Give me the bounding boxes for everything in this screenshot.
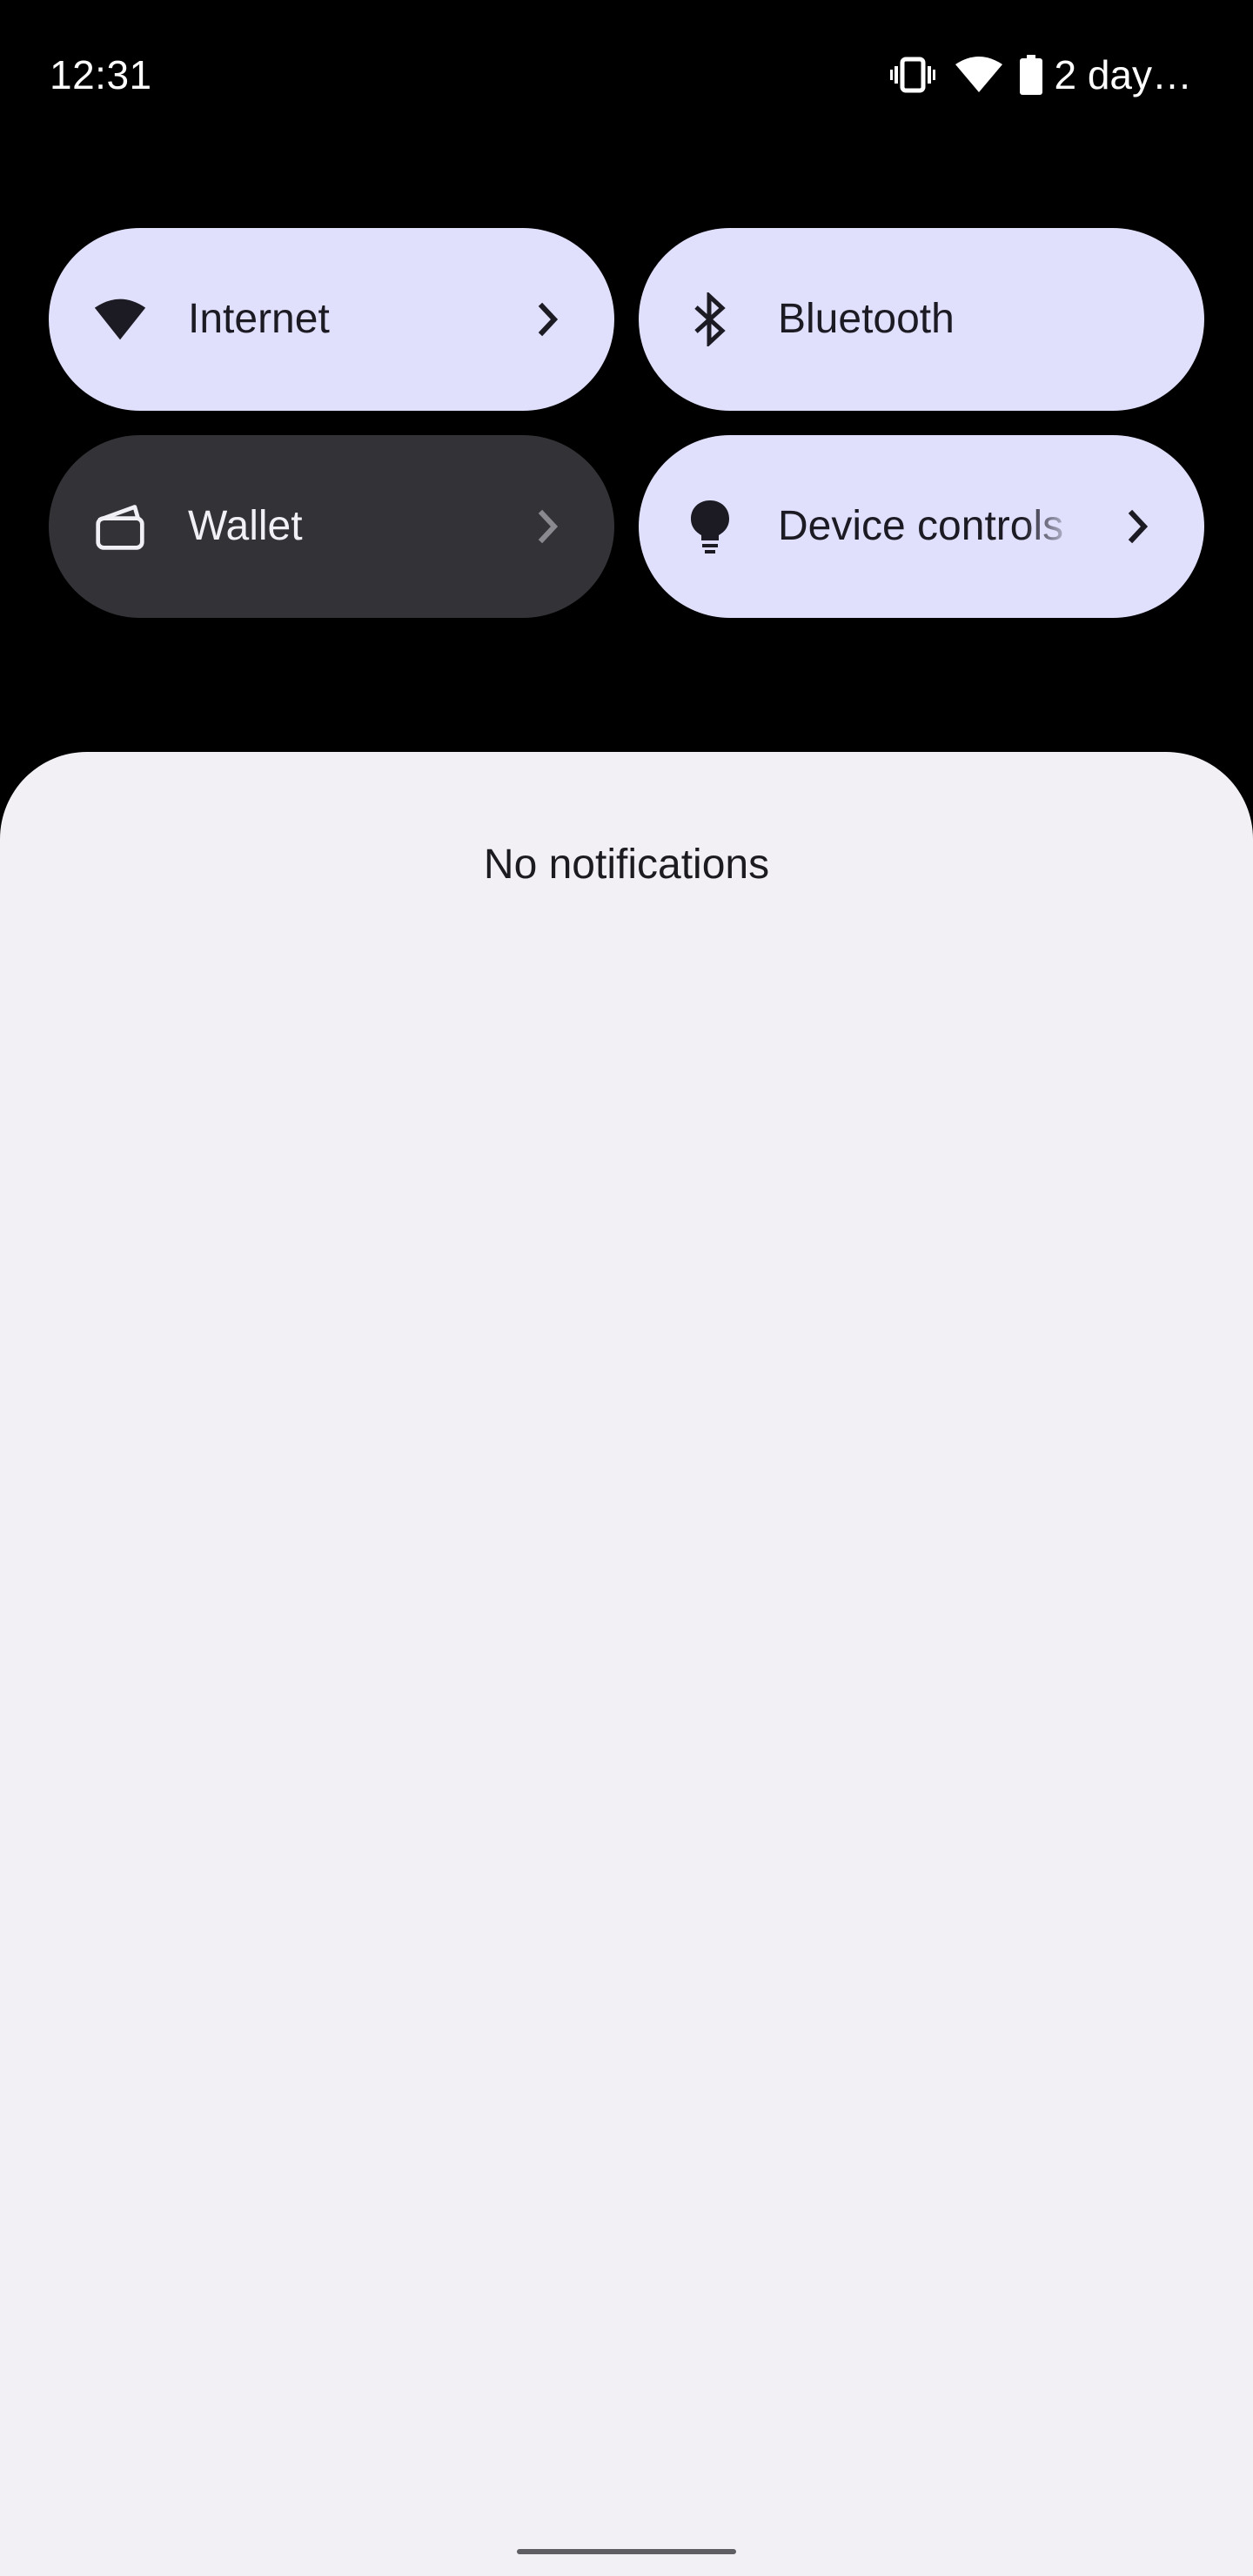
wifi-icon <box>94 293 146 345</box>
chevron-right-icon <box>527 299 569 340</box>
chevron-right-icon <box>1117 506 1159 547</box>
tile-label: Wallet <box>188 503 303 549</box>
lightbulb-icon <box>684 500 736 553</box>
wifi-icon <box>955 56 1003 94</box>
tile-label: Device controls <box>778 503 1064 549</box>
tile-bluetooth[interactable]: Bluetooth <box>639 228 1204 411</box>
vibrate-icon <box>890 56 936 94</box>
chevron-right-icon <box>527 506 569 547</box>
status-bar: 12:31 2 day… <box>0 0 1253 148</box>
tile-internet[interactable]: Internet <box>49 228 614 411</box>
empty-notifications-message: No notifications <box>483 842 770 888</box>
battery-text: 2 day… <box>1054 52 1192 97</box>
battery-icon <box>1019 55 1043 95</box>
wallet-icon <box>94 500 146 553</box>
tile-device-controls[interactable]: Device controls <box>639 435 1204 618</box>
bluetooth-icon <box>684 292 736 346</box>
status-time: 12:31 <box>50 52 152 97</box>
tile-wallet[interactable]: Wallet <box>49 435 614 618</box>
navigation-handle[interactable] <box>517 2549 736 2554</box>
tile-label: Internet <box>188 296 330 342</box>
notification-panel[interactable]: No notifications <box>0 752 1253 2576</box>
status-icons: 2 day… <box>890 50 1192 99</box>
tile-label: Bluetooth <box>778 296 955 342</box>
